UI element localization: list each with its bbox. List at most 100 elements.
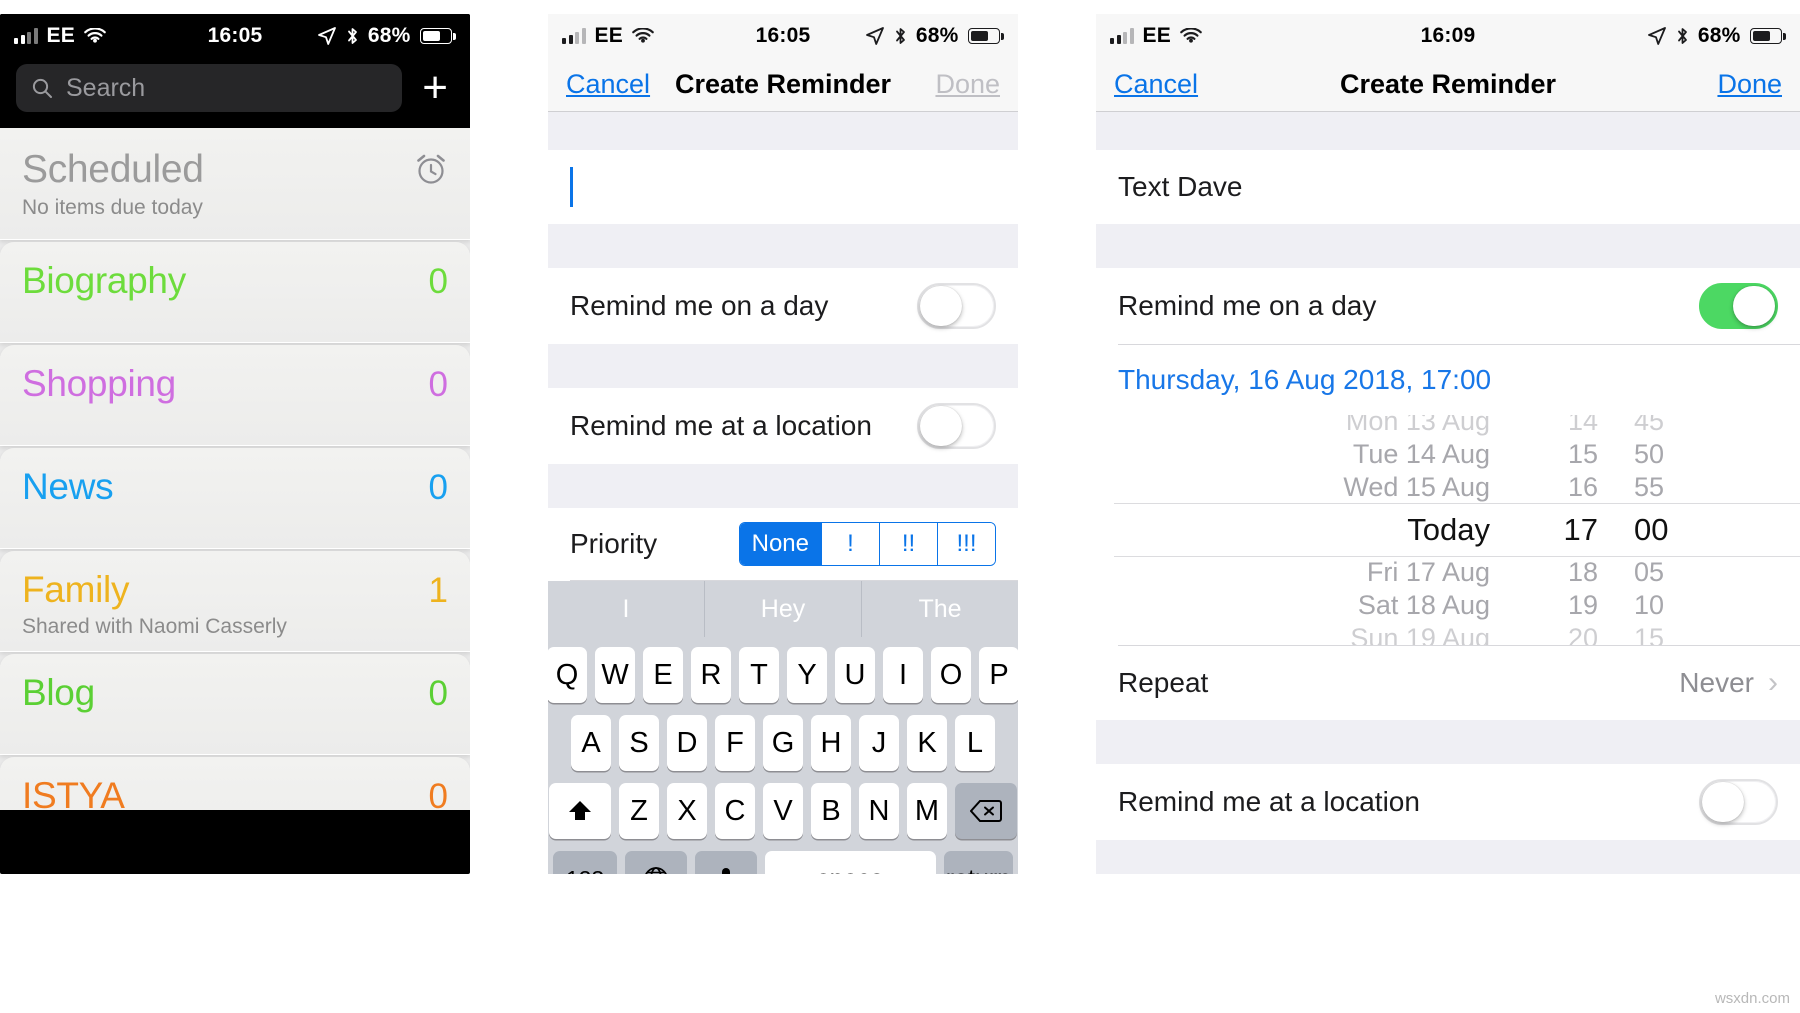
selected-date-row[interactable]: Thursday, 16 Aug 2018, 17:00 [1096,345,1800,415]
picker-hour-option[interactable]: 14 [1568,415,1598,438]
location-arrow-icon [865,27,884,45]
key-r[interactable]: R [691,647,731,703]
picker-date-option[interactable]: Wed 15 Aug [1343,471,1490,504]
reminder-title-field[interactable] [548,150,1018,224]
picker-minute-option[interactable]: 10 [1634,589,1664,622]
list-item-biography[interactable]: Biography 0 [0,242,470,343]
repeat-row[interactable]: Repeat Never › [1096,646,1800,720]
picker-date-option[interactable]: Sun 19 Aug [1350,622,1490,645]
prediction-2[interactable]: The [862,581,1018,637]
priority-option-none[interactable]: None [739,523,821,565]
key-s[interactable]: S [619,715,659,771]
picker-column-hour[interactable]: 13 14 15 16 17 18 19 20 21 [1508,415,1598,645]
prediction-bar[interactable]: I Hey The [548,581,1018,637]
numbers-key[interactable]: 123 [553,851,617,874]
backspace-icon[interactable] [955,783,1017,839]
key-j[interactable]: J [859,715,899,771]
key-p[interactable]: P [979,647,1018,703]
picker-date-option[interactable]: Tue 14 Aug [1353,438,1490,471]
key-k[interactable]: K [907,715,947,771]
globe-icon[interactable] [625,851,687,874]
key-o[interactable]: O [931,647,971,703]
remind-at-location-row[interactable]: Remind me at a location [1096,764,1800,840]
picker-minute-option[interactable]: 15 [1634,622,1664,645]
done-button[interactable]: Done [935,69,1000,100]
priority-segmented-control[interactable]: None ! !! !!! [738,522,996,566]
priority-option-1[interactable]: ! [821,523,879,565]
remind-at-location-toggle[interactable] [917,403,996,449]
done-button[interactable]: Done [1717,69,1782,100]
remind-on-day-toggle[interactable] [1699,283,1778,329]
key-q[interactable]: Q [548,647,587,703]
key-c[interactable]: C [715,783,755,839]
shift-arrow-icon[interactable] [549,783,611,839]
key-i[interactable]: I [883,647,923,703]
list-item-istya[interactable]: ISTYA 0 [0,757,470,810]
priority-row[interactable]: Priority None ! !! !!! [548,508,1018,580]
cancel-button[interactable]: Cancel [1114,69,1198,100]
wifi-icon [1180,27,1202,43]
key-w[interactable]: W [595,647,635,703]
remind-at-location-toggle[interactable] [1699,779,1778,825]
key-y[interactable]: Y [787,647,827,703]
prediction-1[interactable]: Hey [705,581,862,637]
key-z[interactable]: Z [619,783,659,839]
picker-date-option[interactable]: Sat 18 Aug [1358,589,1490,622]
picker-hour-option[interactable]: 18 [1568,556,1598,589]
reminders-list[interactable]: Scheduled No items due today Biography 0… [0,128,470,810]
picker-hour-selected[interactable]: 17 [1564,504,1598,556]
key-l[interactable]: L [955,715,995,771]
picker-minute-option[interactable]: 50 [1634,438,1664,471]
date-time-picker[interactable]: Sun 12 Aug Mon 13 Aug Tue 14 Aug Wed 15 … [1096,415,1800,645]
key-m[interactable]: M [907,783,947,839]
picker-hour-option[interactable]: 19 [1568,589,1598,622]
key-x[interactable]: X [667,783,707,839]
list-item-blog[interactable]: Blog 0 [0,654,470,755]
return-key[interactable]: return [943,851,1013,874]
key-g[interactable]: G [763,715,803,771]
cancel-button[interactable]: Cancel [566,69,650,100]
alarm-clock-icon [417,154,445,184]
remind-at-location-label: Remind me at a location [1118,786,1420,817]
list-item-news[interactable]: News 0 [0,448,470,549]
picker-minute-option[interactable]: 05 [1634,556,1664,589]
picker-hour-option[interactable]: 16 [1568,471,1598,504]
key-b[interactable]: B [811,783,851,839]
picker-date-selected[interactable]: Today [1407,504,1490,556]
reminder-title-field[interactable]: Text Dave [1096,150,1800,224]
key-t[interactable]: T [739,647,779,703]
add-reminder-button[interactable]: + [416,66,454,110]
search-input[interactable]: Search [16,64,403,112]
list-item-scheduled[interactable]: Scheduled No items due today [0,128,470,240]
picker-minute-option[interactable]: 45 [1634,415,1664,438]
picker-date-option[interactable]: Fri 17 Aug [1367,556,1490,589]
onscreen-keyboard[interactable]: I Hey The Q W E R T Y U I O P A S D F G … [548,581,1018,874]
key-v[interactable]: V [763,783,803,839]
list-item-family[interactable]: Family 1 Shared with Naomi Casserly [0,551,470,652]
signal-bars-icon [1110,28,1134,44]
priority-option-3[interactable]: !!! [937,523,995,565]
space-key[interactable]: space [765,851,936,874]
priority-option-2[interactable]: !! [879,523,937,565]
picker-hour-option[interactable]: 15 [1568,438,1598,471]
remind-on-day-row[interactable]: Remind me on a day [548,268,1018,344]
list-item-shopping[interactable]: Shopping 0 [0,345,470,446]
key-d[interactable]: D [667,715,707,771]
picker-date-option[interactable]: Mon 13 Aug [1346,415,1490,438]
picker-minute-selected[interactable]: 00 [1634,504,1668,556]
key-n[interactable]: N [859,783,899,839]
remind-on-day-toggle[interactable] [917,283,996,329]
picker-hour-option[interactable]: 20 [1568,622,1598,645]
key-u[interactable]: U [835,647,875,703]
picker-column-minute[interactable]: 40 45 50 55 00 05 10 15 20 [1598,415,1728,645]
remind-on-day-row[interactable]: Remind me on a day [1096,268,1800,344]
remind-at-location-row[interactable]: Remind me at a location [548,388,1018,464]
prediction-0[interactable]: I [548,581,705,637]
key-e[interactable]: E [643,647,683,703]
key-f[interactable]: F [715,715,755,771]
key-a[interactable]: A [571,715,611,771]
key-h[interactable]: H [811,715,851,771]
picker-minute-option[interactable]: 55 [1634,471,1664,504]
microphone-icon[interactable] [695,851,757,874]
picker-column-date[interactable]: Sun 12 Aug Mon 13 Aug Tue 14 Aug Wed 15 … [1168,415,1508,645]
